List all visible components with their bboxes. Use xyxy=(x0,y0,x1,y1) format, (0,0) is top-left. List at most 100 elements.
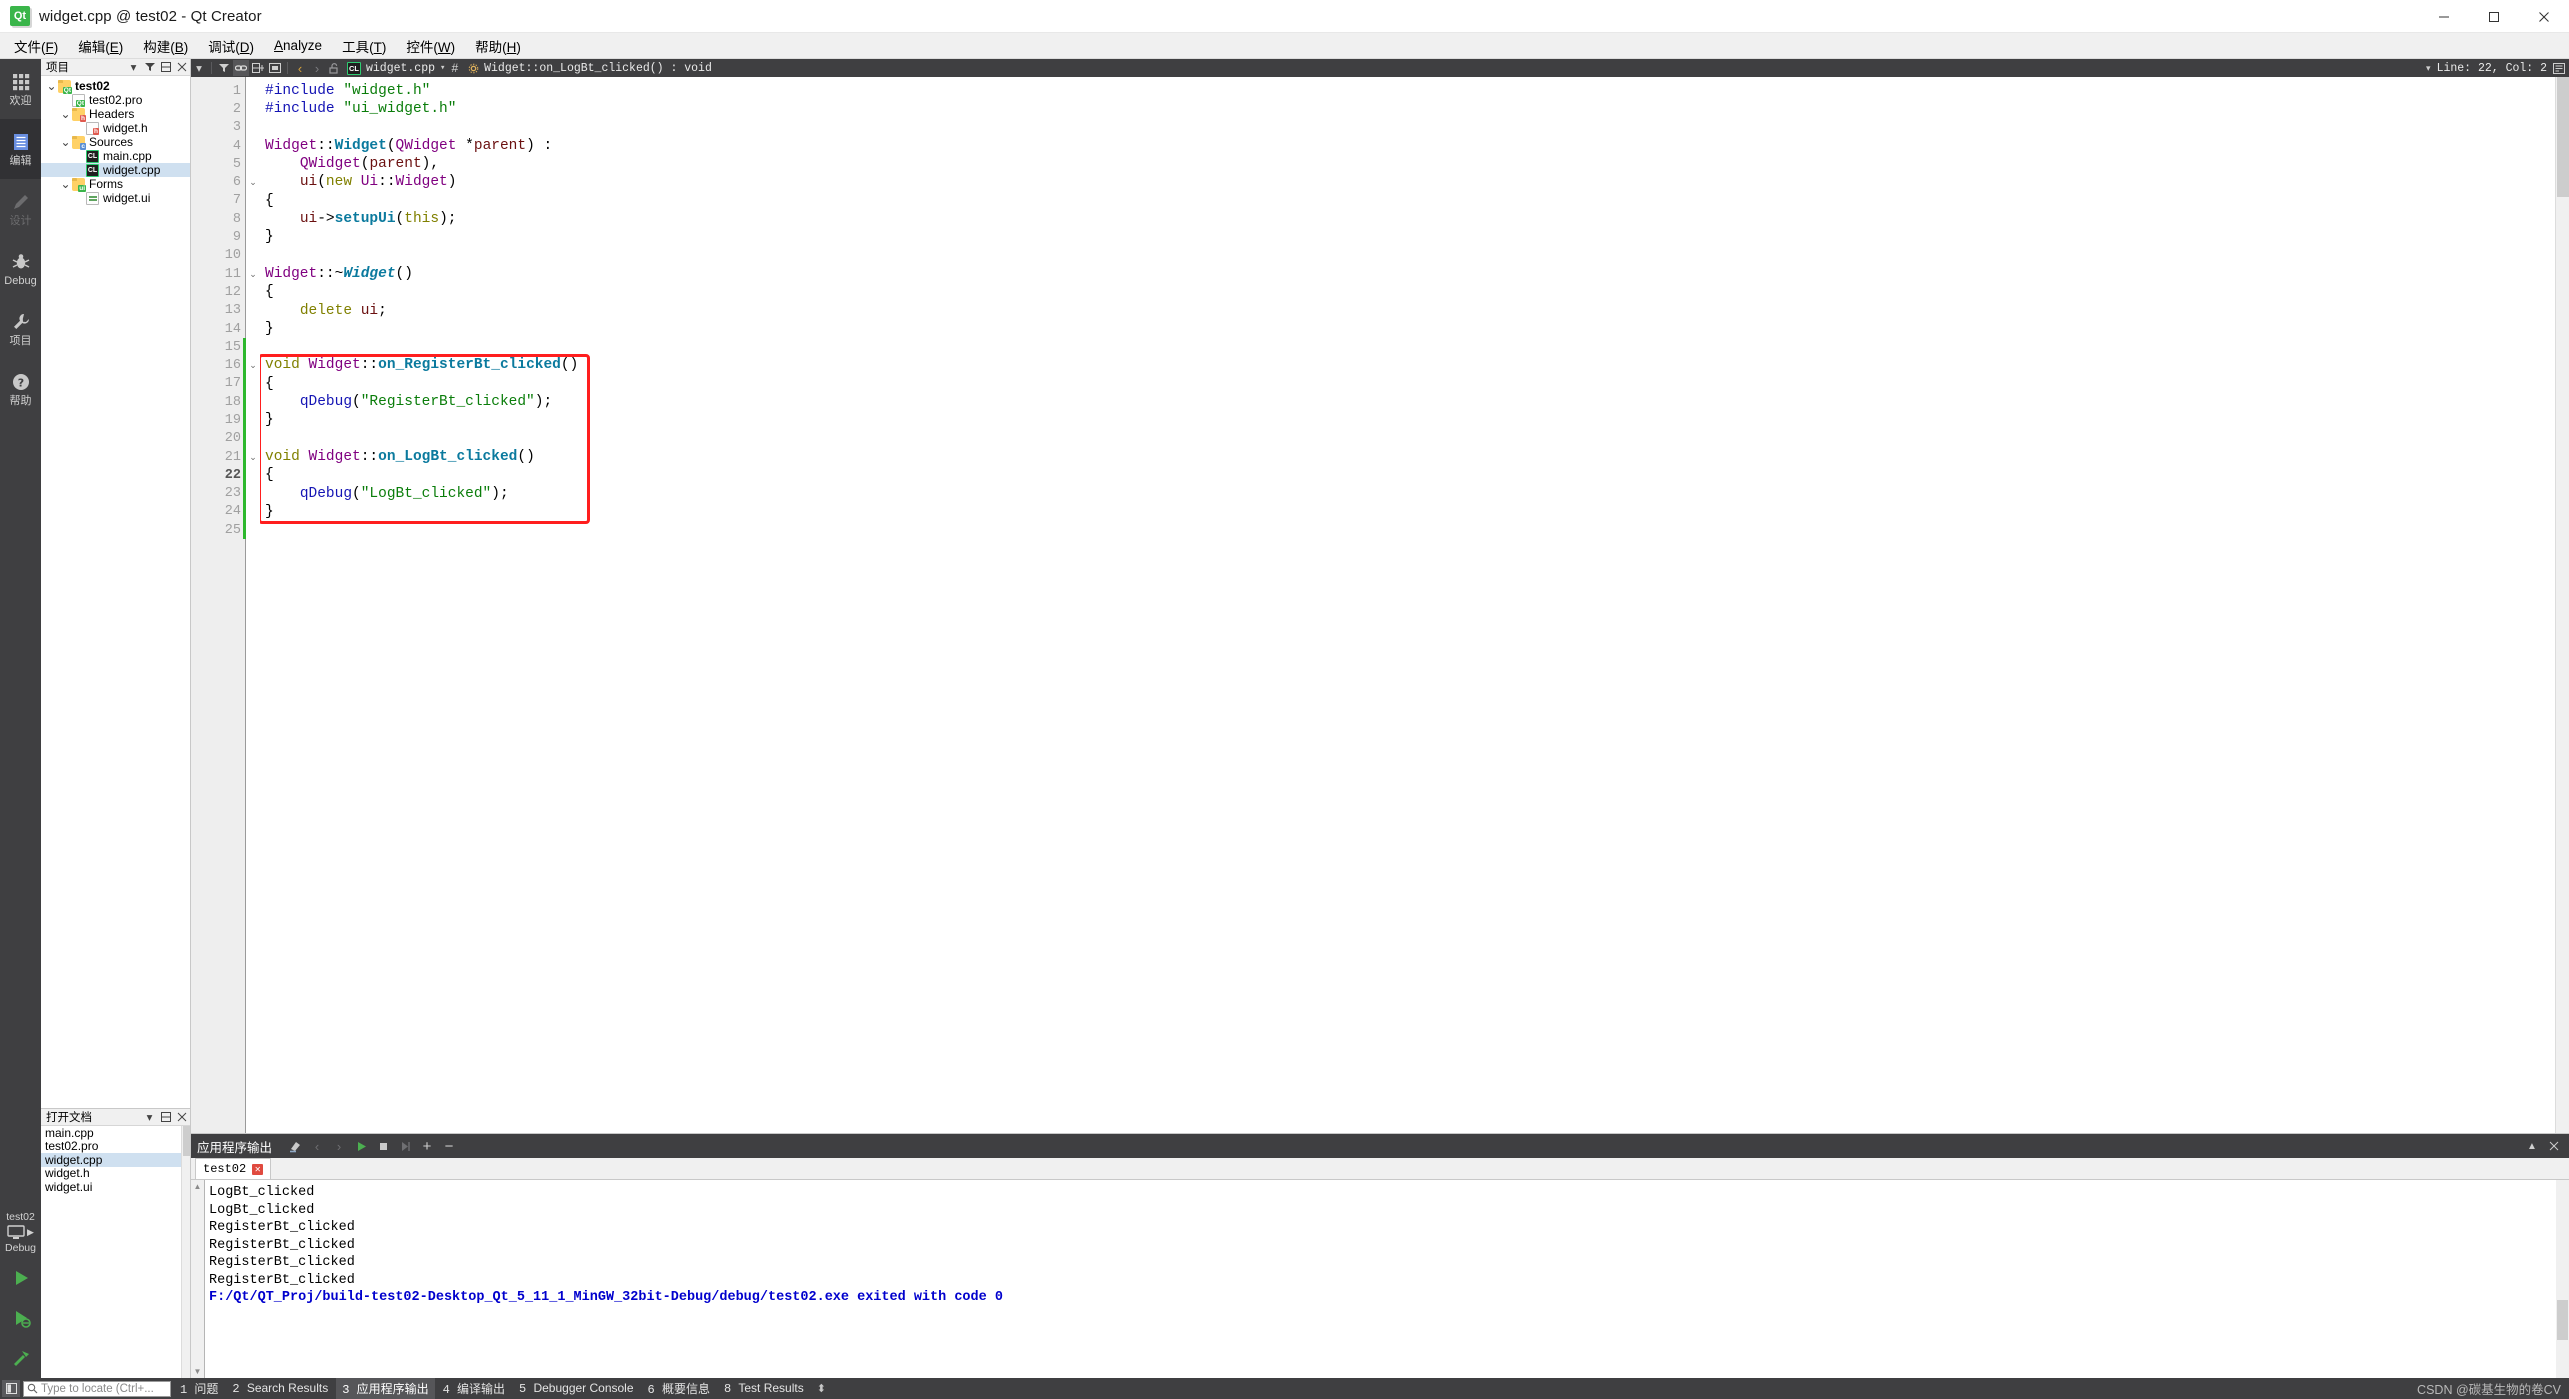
tree-item-Forms[interactable]: ⌄ ui Forms xyxy=(41,177,190,192)
fold-column[interactable]: ⌄ ⌄ ⌄ ⌄ xyxy=(246,77,260,1133)
status-tab-6[interactable]: 6 概要信息 xyxy=(642,1378,716,1399)
menu-item-2[interactable]: 编辑(E) xyxy=(68,33,133,59)
filter-icon[interactable] xyxy=(216,60,232,76)
mode-item-欢迎[interactable]: 欢迎 xyxy=(0,59,41,119)
run-icon[interactable] xyxy=(352,1137,370,1155)
unlocked-icon[interactable] xyxy=(326,60,342,76)
tree-item-widget.ui[interactable]: ⌄widget.ui xyxy=(41,191,190,205)
open-doc-widget.h[interactable]: widget.h xyxy=(41,1166,190,1180)
close-pane-icon[interactable] xyxy=(2545,1137,2563,1155)
close-icon[interactable] xyxy=(175,1111,188,1124)
mode-item-项目[interactable]: 项目 xyxy=(0,299,41,359)
open-documents-scrollbar[interactable] xyxy=(181,1126,190,1378)
locator-input[interactable]: Type to locate (Ctrl+... xyxy=(23,1380,171,1397)
chevron-down-icon[interactable]: ⌄ xyxy=(45,79,58,93)
zoom-out-icon[interactable]: − xyxy=(440,1137,458,1155)
output-scrollbar[interactable] xyxy=(2556,1180,2569,1378)
maximize-icon[interactable] xyxy=(2469,0,2519,33)
next-icon[interactable]: › xyxy=(330,1137,348,1155)
tree-item-widget.h[interactable]: ⌄hwidget.h xyxy=(41,121,190,135)
split-horizontal-icon[interactable] xyxy=(250,60,266,76)
open-documents-list[interactable]: main.cpp test02.pro widget.cpp widget.h widg… xyxy=(41,1126,190,1378)
status-tab-8[interactable]: 8 Test Results xyxy=(718,1379,810,1398)
folder-h-icon: h xyxy=(72,107,86,122)
chevron-down-icon[interactable]: ▾ xyxy=(143,1111,156,1124)
code-line: { xyxy=(260,375,2569,393)
open-doc-main.cpp[interactable]: main.cpp xyxy=(41,1126,190,1140)
status-tab-2[interactable]: 2 Search Results xyxy=(226,1379,334,1398)
fold-toggle-icon[interactable]: ⌄ xyxy=(246,448,260,466)
debug-run-icon[interactable] xyxy=(0,1298,41,1338)
code-text-area[interactable]: #include "widget.h" #include "ui_widget.h… xyxy=(260,77,2569,1133)
chevron-down-icon[interactable]: ⌄ xyxy=(59,177,72,191)
status-tab-4[interactable]: 4 编译输出 xyxy=(437,1378,511,1399)
build-hammer-icon[interactable] xyxy=(0,1338,41,1378)
project-tree[interactable]: ⌄Qttest02⌄Qttest02.pro⌄hHeaders⌄hwidget.… xyxy=(41,76,190,1108)
mode-item-Debug[interactable]: Debug xyxy=(0,239,41,299)
filter-icon[interactable] xyxy=(143,61,156,74)
stop-icon[interactable] xyxy=(374,1137,392,1155)
maximize-pane-icon[interactable]: ▲ xyxy=(2523,1137,2541,1155)
chevron-down-icon[interactable]: ▾ xyxy=(191,60,207,76)
output-tab[interactable]: test02 ✕ xyxy=(195,1158,272,1179)
fold-toggle-icon[interactable]: ⌄ xyxy=(246,265,260,283)
attach-icon[interactable] xyxy=(396,1137,414,1155)
mode-item-编辑[interactable]: 编辑 xyxy=(0,119,41,179)
close-icon[interactable] xyxy=(2519,0,2569,33)
chevron-down-icon[interactable]: ⌄ xyxy=(59,107,72,121)
tree-item-test02[interactable]: ⌄ Qt test02 xyxy=(41,79,190,94)
zoom-in-icon[interactable]: + xyxy=(418,1137,436,1155)
status-tab-5[interactable]: 5 Debugger Console xyxy=(513,1379,639,1398)
fold-toggle-icon[interactable]: ⌄ xyxy=(246,173,260,191)
scroll-down-icon[interactable]: ▼ xyxy=(191,1365,204,1378)
tree-item-Sources[interactable]: ⌄ c Sources xyxy=(41,135,190,150)
output-text-body[interactable]: ▲ ▼ LogBt_clicked LogBt_clicked RegisterBt… xyxy=(191,1180,2569,1378)
open-doc-test02.pro[interactable]: test02.pro xyxy=(41,1139,190,1153)
menu-item-4[interactable]: 调试(D) xyxy=(198,33,264,59)
close-tab-icon[interactable]: ✕ xyxy=(252,1163,264,1175)
scroll-up-icon[interactable]: ▲ xyxy=(191,1180,204,1193)
code-line: #include "ui_widget.h" xyxy=(260,100,2569,118)
prev-icon[interactable]: ‹ xyxy=(308,1137,326,1155)
clear-icon[interactable] xyxy=(286,1137,304,1155)
tree-item-test02.pro[interactable]: ⌄Qttest02.pro xyxy=(41,93,190,107)
link-icon[interactable] xyxy=(233,60,249,76)
outline-icon[interactable] xyxy=(2553,62,2565,74)
mode-item-帮助[interactable]: ? 帮助 xyxy=(0,359,41,419)
chevron-down-icon[interactable]: ▾ xyxy=(127,61,140,74)
open-documents-title: 打开文档 xyxy=(46,1112,92,1124)
split-icon[interactable] xyxy=(159,61,172,74)
menu-item-1[interactable]: 文件(F) xyxy=(4,33,68,59)
chevron-down-icon[interactable]: ▾ xyxy=(2426,63,2431,74)
minimize-icon[interactable] xyxy=(2419,0,2469,33)
code-token: :: xyxy=(360,357,379,374)
run-icon[interactable] xyxy=(0,1258,41,1298)
code-editor[interactable]: 1 2 3 4 5 6 7 8 9 10 11 12 13 14 15 16 17 18 19 20 21 22 23 24 2… xyxy=(191,77,2569,1133)
tree-item-Headers[interactable]: ⌄ h Headers xyxy=(41,107,190,122)
close-icon[interactable] xyxy=(175,61,188,74)
editor-file-chip[interactable]: CL widget.cpp ▾ xyxy=(343,61,445,75)
kit-selector[interactable]: test02 ▶ Debug xyxy=(0,1205,41,1258)
menu-item-7[interactable]: 控件(W) xyxy=(396,33,465,59)
back-arrow-icon[interactable]: ‹ xyxy=(292,60,308,76)
editor-scrollbar[interactable] xyxy=(2555,77,2569,1133)
forward-arrow-icon[interactable]: › xyxy=(309,60,325,76)
status-tab-1[interactable]: 1 问题 xyxy=(174,1378,224,1399)
tree-item-main.cpp[interactable]: ⌄CLmain.cpp xyxy=(41,149,190,163)
output-left-scrollbar[interactable]: ▲ ▼ xyxy=(191,1180,204,1378)
open-doc-widget.ui[interactable]: widget.ui xyxy=(41,1180,190,1194)
chevron-down-icon[interactable]: ⌄ xyxy=(59,135,72,149)
menu-item-6[interactable]: 工具(T) xyxy=(332,33,396,59)
open-doc-widget.cpp[interactable]: widget.cpp xyxy=(41,1153,190,1167)
split-icon[interactable] xyxy=(159,1111,172,1124)
tree-item-widget.cpp[interactable]: ⌄CLwidget.cpp xyxy=(41,163,190,177)
menu-item-8[interactable]: 帮助(H) xyxy=(465,33,531,59)
close-split-icon[interactable] xyxy=(267,60,283,76)
updown-icon[interactable]: ⬍ xyxy=(813,1382,830,1395)
status-tab-3[interactable]: 3 应用程序输出 xyxy=(336,1378,435,1399)
menu-item-5[interactable]: Analyze xyxy=(264,35,332,56)
fold-toggle-icon[interactable]: ⌄ xyxy=(246,356,260,374)
menu-item-3[interactable]: 构建(B) xyxy=(133,33,198,59)
editor-symbol-selector[interactable]: Widget::on_LogBt_clicked() : void xyxy=(464,62,712,75)
toggle-sidebar-icon[interactable] xyxy=(2,1380,20,1397)
